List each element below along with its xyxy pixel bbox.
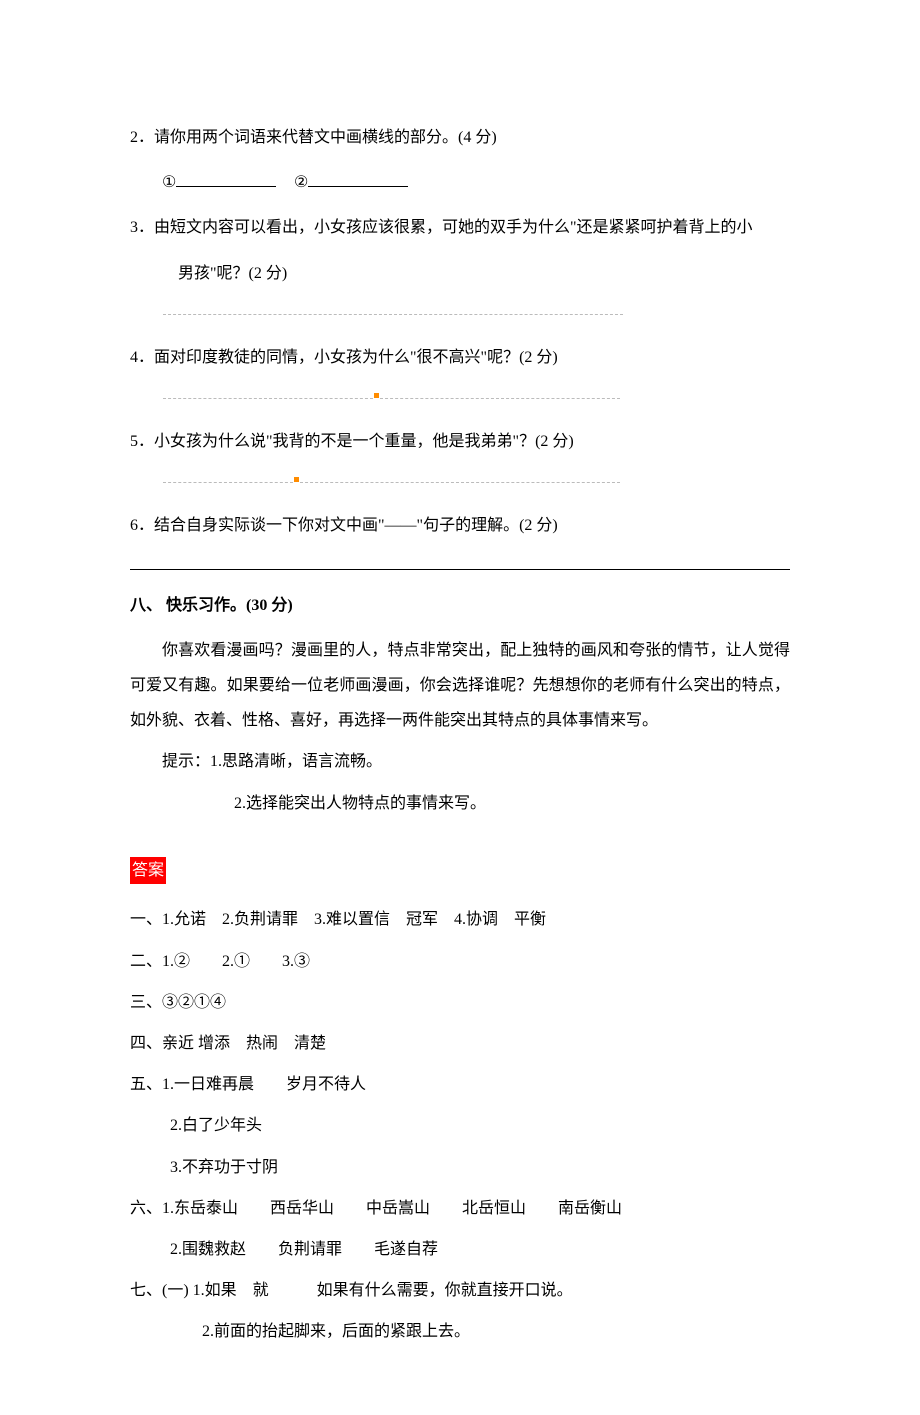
answer-2: 二、1.② 2.① 3.③: [130, 944, 790, 979]
hint-line-1: 提示：1.思路清晰，语言流畅。: [130, 744, 790, 779]
marker-dot-icon: [294, 477, 299, 482]
section-8-paragraph: 你喜欢看漫画吗？漫画里的人，特点非常突出，配上独特的画风和夸张的情节，让人觉得可…: [130, 633, 790, 739]
answer-7-1: 七、(一) 1.如果 就 如果有什么需要，你就直接开口说。: [130, 1273, 790, 1308]
section-8-para-text: 你喜欢看漫画吗？漫画里的人，特点非常突出，配上独特的画风和夸张的情节，让人觉得可…: [130, 642, 790, 729]
section-8-title: 八、 快乐习作。(30 分): [130, 597, 293, 614]
answer-5-3: 3.不弃功于寸阴: [130, 1150, 790, 1185]
q3-text-line2-wrap: 男孩"呢？(2 分): [130, 256, 790, 291]
question-2: 2．请你用两个词语来代替文中画横线的部分。(4 分): [130, 120, 790, 155]
hint-1-text: 1.思路清晰，语言流畅。: [210, 753, 382, 770]
answer-5-2: 2.白了少年头: [130, 1108, 790, 1143]
question-6: 6．结合自身实际谈一下你对文中画"——"句子的理解。(2 分): [130, 508, 790, 543]
document-page: 2．请你用两个词语来代替文中画横线的部分。(4 分) ① ② 3．由短文内容可以…: [0, 0, 920, 1415]
q6-text: 6．结合自身实际谈一下你对文中画"——"句子的理解。(2 分): [130, 517, 558, 534]
answers-section: 答案 一、1.允诺 2.负荆请罪 3.难以置信 冠军 4.协调 平衡 二、1.②…: [130, 827, 790, 1350]
marker-dot-icon: [374, 393, 379, 398]
answers-label: 答案: [130, 857, 166, 885]
hint-2-text: 2.选择能突出人物特点的事情来写。: [234, 795, 486, 812]
q2-blanks: ① ②: [130, 165, 790, 200]
question-4: 4．面对印度教徒的同情，小女孩为什么"很不高兴"呢？(2 分): [130, 340, 790, 375]
q5-text: 5．小女孩为什么说"我背的不是一个重量，他是我弟弟"？(2 分): [130, 433, 574, 450]
q4-text: 4．面对印度教徒的同情，小女孩为什么"很不高兴"呢？(2 分): [130, 349, 558, 366]
answer-1: 一、1.允诺 2.负荆请罪 3.难以置信 冠军 4.协调 平衡: [130, 902, 790, 937]
q3-text-line2: 男孩"呢？(2 分): [178, 265, 287, 282]
answer-3: 三、③②①④: [130, 985, 790, 1020]
question-5: 5．小女孩为什么说"我背的不是一个重量，他是我弟弟"？(2 分): [130, 424, 790, 459]
answer-6-1: 六、1.东岳泰山 西岳华山 中岳嵩山 北岳恒山 南岳衡山: [130, 1191, 790, 1226]
q3-answer-line[interactable]: [130, 301, 790, 322]
blank-1[interactable]: [176, 170, 276, 187]
q4-answer-line[interactable]: [130, 385, 790, 406]
blank-2[interactable]: [308, 170, 408, 187]
answer-6-2: 2.围魏救赵 负荆请罪 毛遂自荐: [130, 1232, 790, 1267]
q3-text-line1: 3．由短文内容可以看出，小女孩应该很累，可她的双手为什么"还是紧紧呵护着背上的小: [130, 219, 753, 236]
question-3: 3．由短文内容可以看出，小女孩应该很累，可她的双手为什么"还是紧紧呵护着背上的小: [130, 210, 790, 245]
answer-4: 四、亲近 增添 热闹 清楚: [130, 1026, 790, 1061]
section-divider: [130, 569, 790, 570]
answer-7-2: 2.前面的抬起脚来，后面的紧跟上去。: [130, 1314, 790, 1349]
answer-5-1: 五、1.一日难再晨 岁月不待人: [130, 1067, 790, 1102]
section-8-heading: 八、 快乐习作。(30 分): [130, 588, 790, 623]
q5-answer-line[interactable]: [130, 469, 790, 490]
hint-label: 提示：: [162, 753, 210, 770]
q2-text: 2．请你用两个词语来代替文中画横线的部分。(4 分): [130, 129, 497, 146]
hint-line-2: 2.选择能突出人物特点的事情来写。: [130, 786, 790, 821]
